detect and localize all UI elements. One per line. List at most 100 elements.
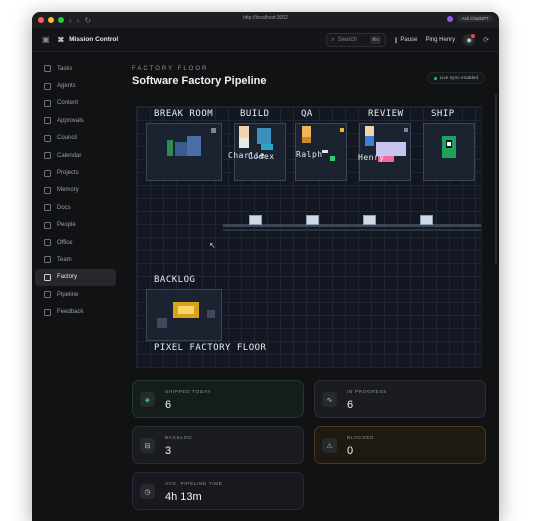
search-shortcut: ⌘K (369, 36, 382, 44)
review-room[interactable] (359, 123, 411, 181)
sidebar-item-label: Tasks (57, 65, 73, 72)
status-dot-icon (433, 76, 437, 80)
stat-card-backlog: ⊟ BACKLOG 3 (132, 426, 304, 464)
refresh-icon[interactable]: ⟳ (483, 36, 489, 44)
sidebar-item-agents[interactable]: Agents (35, 77, 116, 94)
back-icon[interactable]: ‹ (69, 16, 72, 25)
agent-sprite (365, 136, 374, 146)
search-input[interactable]: ⌕ Search ⌘K (326, 33, 387, 47)
sidebar-item-label: Calendar (57, 152, 82, 159)
machine-sprite (187, 136, 201, 156)
sidebar-item-label: Pipeline (57, 291, 79, 298)
room-label-review: REVIEW (368, 109, 404, 119)
forward-icon[interactable]: › (77, 16, 80, 25)
content-icon (44, 99, 51, 107)
sidebar-item-label: Team (57, 256, 72, 263)
stat-card-in-progress: ∿ IN PROGRESS 6 (314, 380, 486, 418)
sidebar-item-label: Memory (57, 187, 79, 194)
sidebar: Tasks Agents Content Approvals Council C… (32, 52, 122, 521)
office-icon (44, 239, 51, 247)
sidebar-item-pipeline[interactable]: Pipeline (35, 286, 116, 303)
stat-label: BACKLOG (165, 436, 193, 441)
agents-icon (44, 82, 51, 90)
minimize-window-button[interactable] (48, 17, 54, 23)
search-icon: ⌕ (331, 36, 335, 43)
sidebar-item-projects[interactable]: Projects (35, 164, 116, 181)
conveyor-package (249, 215, 262, 225)
agent-label-codex: Codex (248, 152, 275, 161)
sync-status: Live sync enabled (439, 75, 478, 81)
stat-value: 4h 13m (165, 491, 202, 503)
sidebar-item-label: Projects (57, 170, 79, 177)
agent-sprite (365, 126, 374, 136)
agent-label-henry: Henry (358, 153, 385, 162)
reload-icon[interactable]: ↻ (84, 16, 91, 25)
sidebar-item-feedback[interactable]: Feedback (35, 303, 116, 320)
sidebar-item-tasks[interactable]: Tasks (35, 60, 116, 77)
desk-sprite (261, 144, 273, 150)
notification-badge (471, 34, 476, 38)
ping-henry-button[interactable]: Ping Henry (425, 37, 455, 43)
sidebar-item-office[interactable]: Office (35, 234, 116, 251)
scrollbar[interactable] (495, 94, 497, 264)
live-sync-badge: Live sync enabled (426, 72, 485, 84)
conveyor-belt-rail (223, 229, 481, 231)
factory-floor[interactable]: BREAK ROOM BUILD QA REVIEW SHIP Charlie … (136, 106, 482, 368)
factory-icon (44, 273, 51, 281)
room-label-backlog: BACKLOG (154, 275, 196, 285)
page-eyebrow: FACTORY FLOOR (132, 66, 209, 72)
stat-card-blocked: ⚠ BLOCKED 0 (314, 426, 486, 464)
break-room[interactable] (146, 123, 222, 181)
sidebar-item-approvals[interactable]: Approvals (35, 112, 116, 129)
sidebar-item-label: Factory (57, 274, 78, 281)
stat-value: 6 (347, 399, 354, 411)
extension-icon[interactable] (447, 15, 454, 22)
sidebar-item-factory[interactable]: Factory (35, 268, 116, 287)
agent-sprite (302, 126, 311, 137)
extensions: Ask ChatGPT (447, 15, 493, 22)
conveyor-package (420, 215, 433, 225)
stat-label: IN PROGRESS (347, 390, 387, 395)
ship-room[interactable] (423, 123, 475, 181)
people-icon (44, 221, 51, 229)
stat-value: 0 (347, 445, 354, 457)
sidebar-item-docs[interactable]: Docs (35, 199, 116, 216)
ask-chatgpt-button[interactable]: Ask ChatGPT (457, 15, 493, 22)
sidebar-toggle-icon[interactable]: ▣ (42, 35, 50, 44)
conveyor-package (363, 215, 376, 225)
calendar-icon (44, 152, 51, 160)
sidebar-item-content[interactable]: Content (35, 95, 116, 112)
app-name: Mission Control (69, 36, 119, 43)
close-window-button[interactable] (38, 17, 44, 23)
desk-sprite (322, 150, 328, 153)
stat-label: AVG. PIPELINE TIME (165, 482, 223, 487)
agent-sprite (257, 128, 271, 144)
command-icon: ⌘ (57, 36, 65, 44)
memory-icon (44, 186, 51, 194)
sidebar-item-calendar[interactable]: Calendar (35, 147, 116, 164)
notifications-button[interactable]: ◉ (463, 34, 476, 46)
sidebar-item-team[interactable]: Team (35, 251, 116, 268)
pause-icon: ∥ (394, 37, 398, 44)
page-title: Software Factory Pipeline (132, 75, 267, 87)
backlog-crate-light (178, 306, 194, 314)
browser-titlebar: ‹ › ↻ http://localhost:3002 Ask ChatGPT (32, 12, 499, 28)
stat-value: 6 (165, 399, 172, 411)
sidebar-item-label: Agents (57, 83, 76, 90)
sidebar-item-people[interactable]: People (35, 217, 116, 234)
browser-window: ‹ › ↻ http://localhost:3002 Ask ChatGPT … (32, 12, 499, 521)
room-label-qa: QA (301, 109, 313, 119)
backlog-room[interactable] (146, 289, 222, 341)
stat-card-avg-pipeline-time: ◷ AVG. PIPELINE TIME 4h 13m (132, 472, 304, 510)
sidebar-item-council[interactable]: Council (35, 130, 116, 147)
stat-value: 3 (165, 445, 172, 457)
conveyor-package (306, 215, 319, 225)
maximize-window-button[interactable] (58, 17, 64, 23)
sidebar-item-memory[interactable]: Memory (35, 182, 116, 199)
agent-sprite (302, 137, 311, 143)
feedback-icon (44, 308, 51, 316)
shelf-sprite (207, 310, 215, 318)
stat-card-shipped-today: ◈ SHIPPED TODAY 6 (132, 380, 304, 418)
address-bar[interactable]: http://localhost:3002 (243, 15, 288, 21)
pause-button[interactable]: ∥ Pause (394, 37, 417, 44)
